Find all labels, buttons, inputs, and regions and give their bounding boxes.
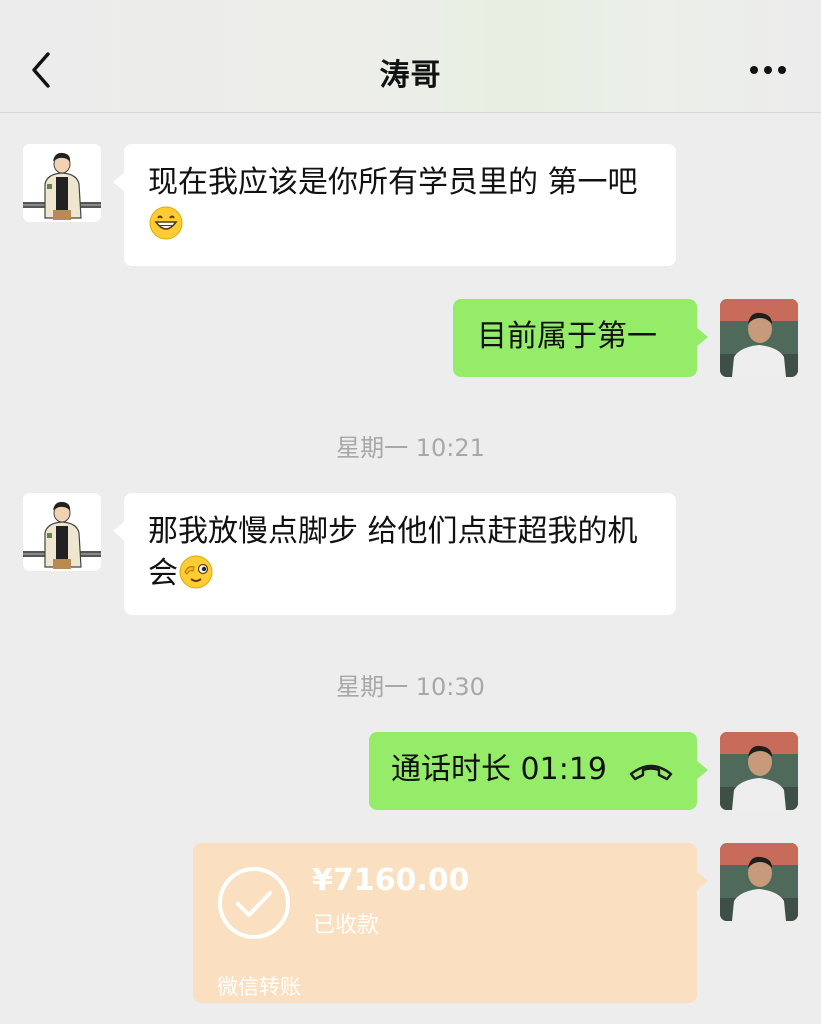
contact-avatar[interactable] (23, 493, 101, 571)
check-circle-icon (218, 867, 290, 939)
timestamp: 星期一 10:30 (336, 673, 485, 701)
self-avatar[interactable] (720, 732, 798, 810)
self-avatar[interactable] (720, 299, 798, 377)
phone-hangup-icon (629, 764, 673, 781)
transfer-status: 已收款 (313, 913, 380, 938)
more-dots-icon (750, 66, 786, 74)
contact-avatar[interactable] (23, 144, 101, 222)
message-text: 目前属于第一 (477, 319, 657, 354)
message-bubble-incoming[interactable]: 现在我应该是你所有学员里的 第一吧 (113, 144, 676, 266)
message-bubble-incoming[interactable]: 那我放慢点脚步 给他们点赶超我的机会 (113, 493, 676, 615)
cartoon-person-avatar (23, 144, 101, 222)
message-bubble-outgoing[interactable]: 目前属于第一 (453, 299, 708, 377)
timestamp: 星期一 10:21 (336, 434, 485, 462)
person-photo-avatar (720, 843, 798, 921)
message-text: 现在我应该是你所有学员里的 第一吧 (148, 165, 638, 200)
transfer-footer-label: 微信转账 (217, 975, 301, 999)
person-photo-avatar (720, 732, 798, 810)
winking-face-emoji-icon (179, 555, 213, 589)
chat-title: 涛哥 (379, 58, 442, 93)
grinning-face-emoji-icon (149, 206, 183, 240)
message-text: 那我放慢点脚步 给他们点赶超我的机会 (148, 514, 638, 591)
call-record-bubble[interactable]: 通话时长 01:19 (369, 732, 708, 810)
chat-header: 涛哥 (0, 0, 821, 113)
wechat-transfer-card[interactable]: ¥7160.00 已收款 微信转账 (193, 843, 708, 1003)
transfer-amount: ¥7160.00 (312, 863, 470, 898)
more-options-button[interactable] (742, 54, 794, 86)
person-photo-avatar (720, 299, 798, 377)
call-duration-label: 通话时长 01:19 (391, 752, 607, 787)
self-avatar[interactable] (720, 843, 798, 921)
cartoon-person-avatar (23, 493, 101, 571)
